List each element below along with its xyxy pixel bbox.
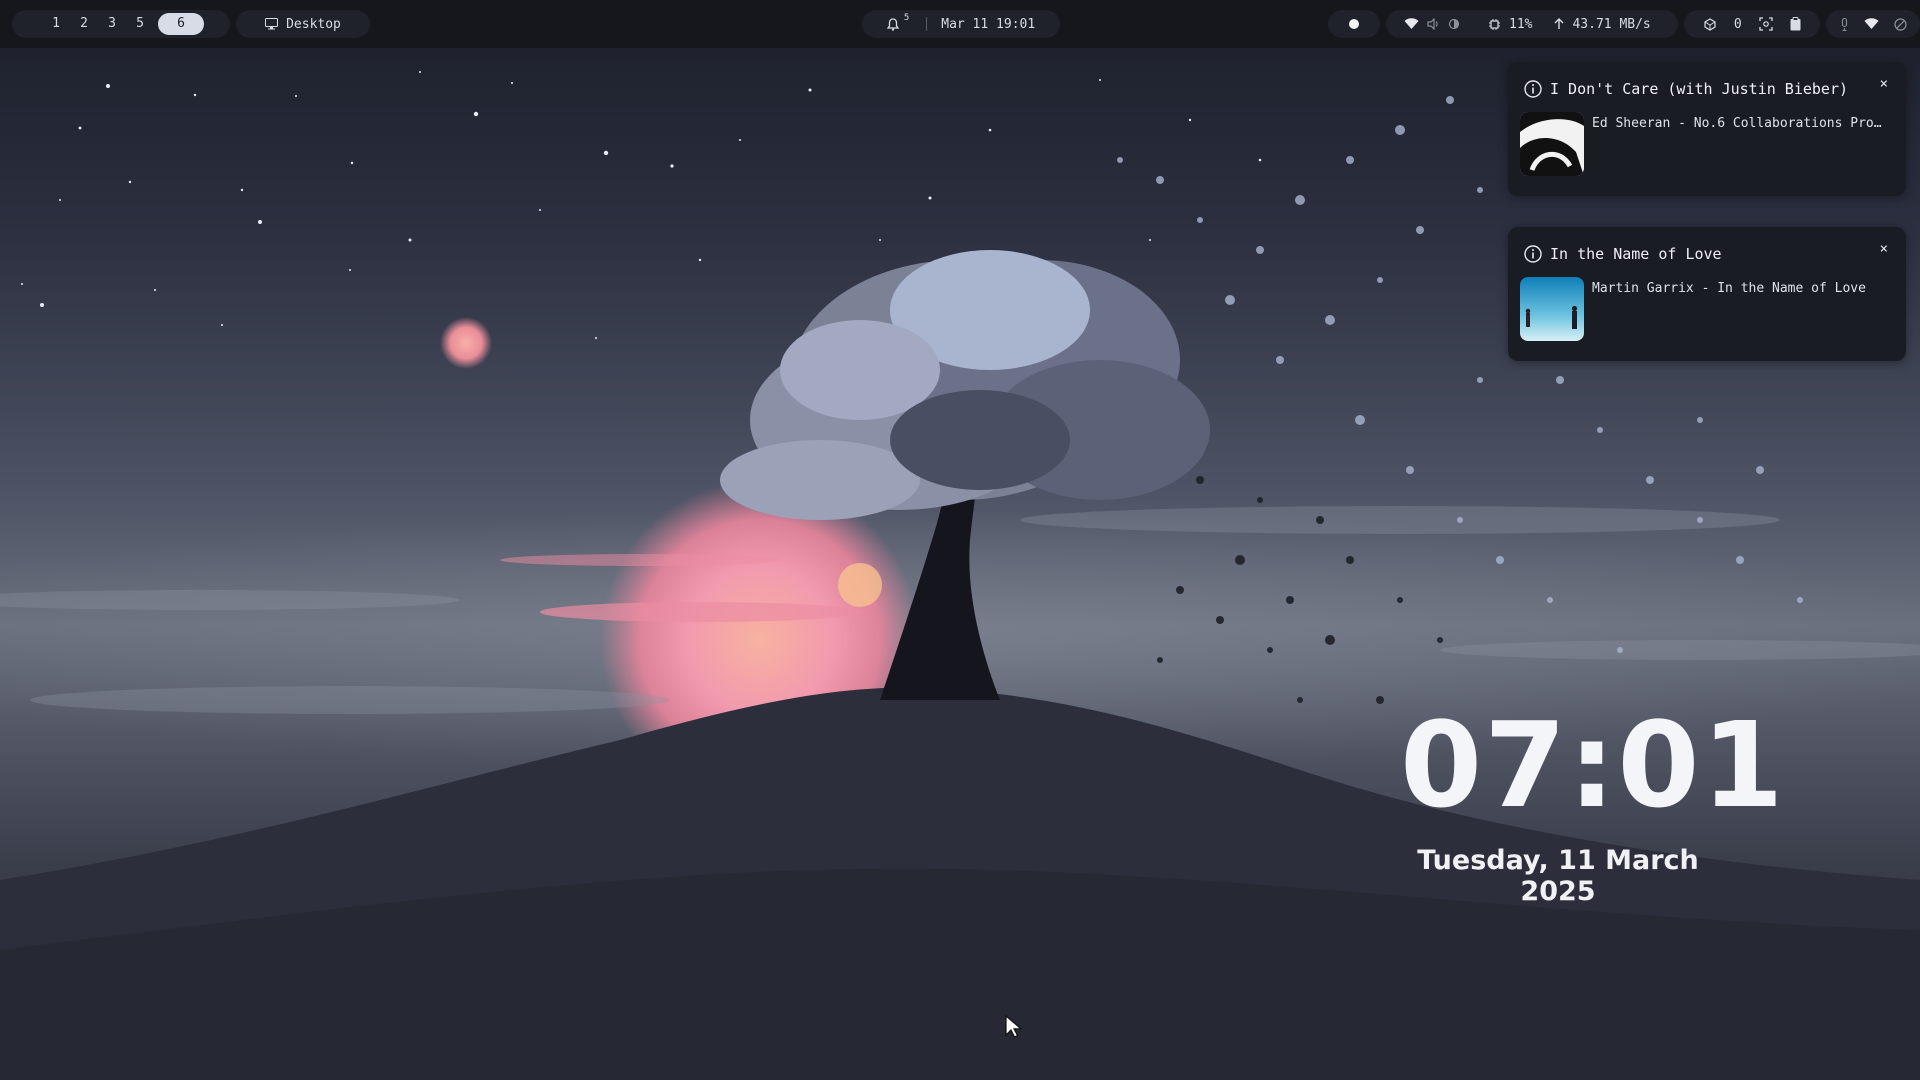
divider	[926, 17, 928, 31]
cpu-usage: 11%	[1509, 16, 1533, 32]
tray-pill: 0	[1684, 10, 1820, 38]
microphone-icon[interactable]	[1840, 17, 1849, 31]
workspace-switcher: 1 2 3 5 6	[12, 10, 230, 38]
do-not-disturb-icon[interactable]	[1893, 17, 1907, 31]
info-icon	[1524, 245, 1542, 263]
notification-count: 5	[903, 13, 910, 23]
notification-card[interactable]: I Don't Care (with Justin Bieber) × Ed S…	[1508, 62, 1906, 196]
datetime-label: Mar 11 19:01	[941, 16, 1036, 32]
clipboard-icon[interactable]	[1790, 17, 1801, 31]
upload-arrow-icon	[1554, 18, 1564, 30]
workspace-2-button[interactable]: 2	[70, 13, 98, 35]
window-title-label: Desktop	[286, 16, 341, 32]
system-stats-pill: 11% 43.71 MB/s	[1386, 10, 1678, 38]
notification-title: In the Name of Love	[1550, 245, 1722, 263]
workspace-1-button[interactable]: 1	[42, 13, 70, 35]
workspace-5-button[interactable]: 5	[126, 13, 154, 35]
record-button[interactable]	[1328, 10, 1380, 38]
system-tray-pill	[1826, 10, 1920, 38]
screenshot-icon[interactable]	[1759, 17, 1773, 31]
workspace-6-button[interactable]: 6	[158, 13, 204, 35]
notification-header: I Don't Care (with Justin Bieber)	[1524, 80, 1848, 98]
album-art	[1520, 277, 1584, 341]
notification-header: In the Name of Love	[1524, 245, 1722, 263]
notification-card[interactable]: In the Name of Love × Martin Garrix - In…	[1508, 227, 1906, 361]
mouse-cursor-icon	[1005, 1014, 1023, 1043]
cpu-icon	[1488, 18, 1501, 31]
active-window-title[interactable]: Desktop	[236, 10, 370, 38]
package-updates-icon[interactable]	[1703, 17, 1717, 31]
desktop-clock-time: 07:01	[1400, 696, 1786, 834]
network-speed: 43.71 MB/s	[1572, 16, 1651, 32]
updates-count: 0	[1733, 16, 1742, 32]
record-icon	[1349, 19, 1359, 29]
clock-notification-pill[interactable]: 5 Mar 11 19:01	[862, 10, 1060, 38]
close-button[interactable]: ×	[1880, 241, 1888, 257]
top-bar: 1 2 3 5 6 Desktop 5 Mar 11 19:01 11% 43.…	[0, 0, 1920, 48]
close-button[interactable]: ×	[1880, 76, 1888, 92]
info-icon	[1524, 80, 1542, 98]
notification-body: Ed Sheeran - No.6 Collaborations Pro…	[1592, 116, 1882, 131]
desktop-clock-date: Tuesday, 11 March 2025	[1417, 845, 1699, 907]
wifi-icon[interactable]	[1404, 18, 1419, 30]
workspace-3-button[interactable]: 3	[98, 13, 126, 35]
volume-icon[interactable]	[1427, 18, 1440, 30]
bell-icon[interactable]	[886, 17, 899, 31]
notification-title: I Don't Care (with Justin Bieber)	[1550, 80, 1849, 98]
notification-body: Martin Garrix - In the Name of Love	[1592, 281, 1866, 296]
album-art	[1520, 112, 1584, 176]
brightness-icon[interactable]	[1448, 18, 1460, 30]
wifi-status-icon[interactable]	[1864, 18, 1879, 30]
monitor-icon	[265, 18, 279, 30]
